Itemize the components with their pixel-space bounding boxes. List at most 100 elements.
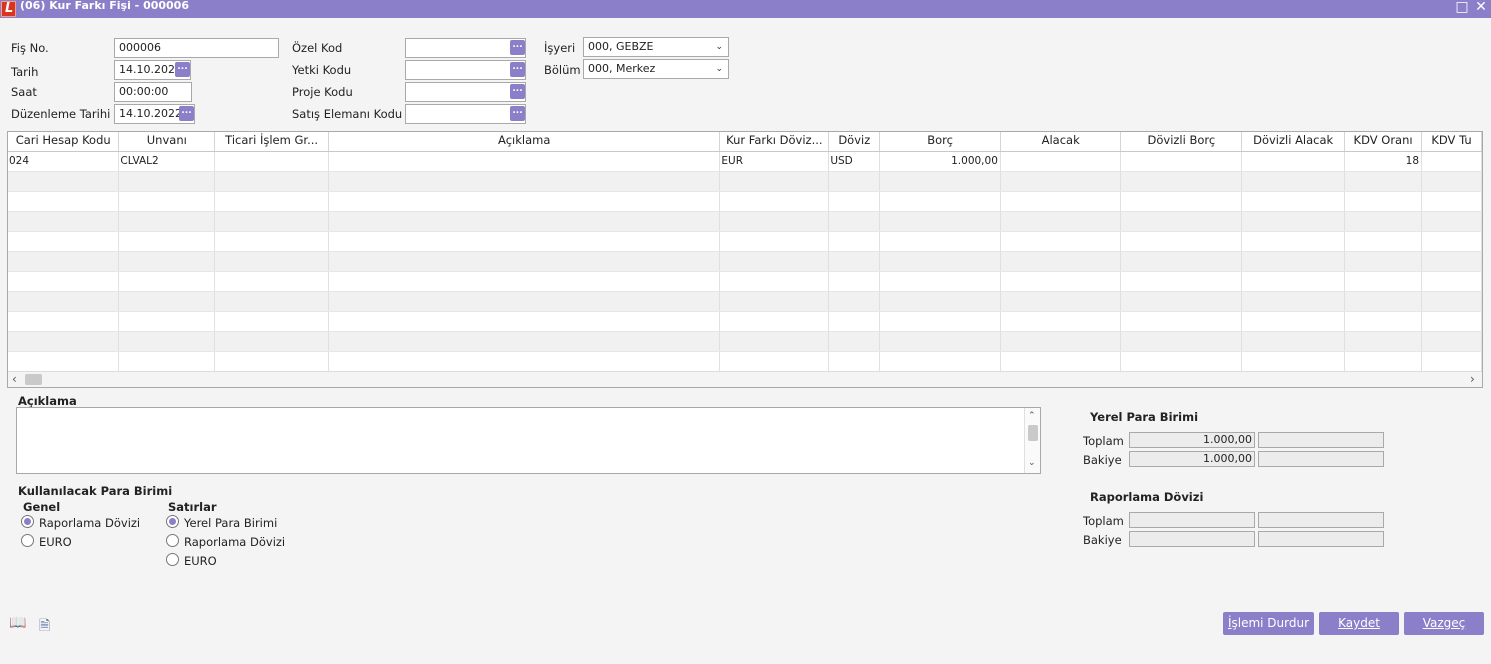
yetki-kodu-lookup-button[interactable]: ... [510, 62, 525, 77]
table-cell[interactable] [1120, 331, 1243, 352]
table-cell[interactable] [214, 351, 330, 372]
isyeri-select[interactable]: 000, GEBZE ⌄ [583, 37, 729, 57]
table-row[interactable] [8, 231, 1482, 252]
table-cell[interactable] [1120, 151, 1243, 172]
scroll-right-icon[interactable]: › [1470, 372, 1475, 386]
table-cell[interactable] [118, 331, 216, 352]
table-cell[interactable] [1241, 251, 1346, 272]
vazgec-button[interactable]: Vazgeç [1404, 612, 1484, 635]
table-cell[interactable] [828, 211, 881, 232]
lines-grid[interactable]: Cari Hesap Kodu Unvanı Ticari İşlem Gr... A… [7, 131, 1483, 388]
table-cell[interactable] [879, 351, 1001, 372]
table-row[interactable] [8, 351, 1482, 372]
table-cell[interactable] [118, 351, 216, 372]
table-cell[interactable] [1000, 291, 1122, 312]
grid-column-header[interactable]: Dövizli Borç [1120, 132, 1243, 152]
table-cell[interactable] [1344, 211, 1423, 232]
table-row[interactable] [8, 291, 1482, 312]
satirlar-raporlama-dovizi-radio[interactable] [166, 534, 179, 547]
table-cell[interactable] [1120, 351, 1243, 372]
table-cell[interactable] [1344, 291, 1423, 312]
table-cell[interactable] [118, 311, 216, 332]
table-cell[interactable] [879, 231, 1001, 252]
table-cell[interactable] [1241, 331, 1346, 352]
kaydet-button[interactable]: Kaydet [1319, 612, 1399, 635]
table-cell[interactable] [1344, 231, 1423, 252]
satirlar-euro-radio[interactable] [166, 553, 179, 566]
table-cell[interactable] [719, 171, 830, 192]
table-cell[interactable] [118, 171, 216, 192]
table-cell[interactable] [1241, 231, 1346, 252]
table-cell[interactable] [879, 311, 1001, 332]
table-cell[interactable] [1241, 271, 1346, 292]
table-cell[interactable] [328, 191, 721, 212]
table-row[interactable] [8, 251, 1482, 272]
table-cell[interactable] [1000, 331, 1122, 352]
table-cell[interactable] [1421, 191, 1482, 212]
table-cell[interactable] [719, 351, 830, 372]
table-cell[interactable]: 18 [1344, 151, 1423, 172]
table-cell[interactable]: 1.000,00 [879, 151, 1001, 172]
table-cell[interactable] [214, 271, 330, 292]
fis-no-input[interactable]: 000006 [114, 38, 279, 58]
table-cell[interactable]: 024 [8, 151, 120, 172]
table-cell[interactable] [1000, 191, 1122, 212]
table-cell[interactable] [879, 331, 1001, 352]
table-cell[interactable] [1344, 171, 1423, 192]
satis-elemani-kodu-input[interactable] [405, 104, 526, 124]
table-cell[interactable] [1000, 151, 1122, 172]
yetki-kodu-input[interactable] [405, 60, 526, 80]
aciklama-textarea[interactable]: ⌃ ⌄ [16, 407, 1041, 474]
table-cell[interactable] [328, 271, 721, 292]
table-cell[interactable] [1000, 211, 1122, 232]
table-cell[interactable] [328, 351, 721, 372]
table-cell[interactable] [214, 191, 330, 212]
table-cell[interactable] [118, 191, 216, 212]
grid-column-header[interactable]: Alacak [1000, 132, 1122, 152]
table-cell[interactable] [118, 271, 216, 292]
table-cell[interactable] [8, 231, 120, 252]
table-row[interactable] [8, 171, 1482, 192]
grid-column-header[interactable]: Dövizli Alacak [1241, 132, 1346, 152]
table-cell[interactable] [828, 231, 881, 252]
table-cell[interactable] [879, 271, 1001, 292]
table-cell[interactable] [719, 331, 830, 352]
table-cell[interactable] [1241, 171, 1346, 192]
table-cell[interactable] [1344, 331, 1423, 352]
table-cell[interactable] [118, 291, 216, 312]
table-cell[interactable] [719, 211, 830, 232]
table-cell[interactable] [8, 291, 120, 312]
table-cell[interactable] [8, 251, 120, 272]
table-cell[interactable] [1421, 311, 1482, 332]
table-cell[interactable] [8, 191, 120, 212]
table-cell[interactable] [1241, 291, 1346, 312]
table-cell[interactable] [828, 331, 881, 352]
table-cell[interactable] [719, 291, 830, 312]
table-cell[interactable] [1120, 171, 1243, 192]
table-cell[interactable] [118, 211, 216, 232]
table-cell[interactable] [828, 191, 881, 212]
table-cell[interactable] [118, 251, 216, 272]
table-cell[interactable] [828, 271, 881, 292]
grid-column-header[interactable]: Açıklama [328, 132, 721, 152]
table-cell[interactable] [1421, 291, 1482, 312]
table-cell[interactable] [8, 271, 120, 292]
table-cell[interactable] [719, 251, 830, 272]
table-cell[interactable] [719, 191, 830, 212]
grid-column-header[interactable]: Borç [879, 132, 1001, 152]
scroll-thumb[interactable] [25, 374, 42, 385]
scroll-down-icon[interactable]: ⌄ [1028, 458, 1036, 468]
table-cell[interactable] [1120, 251, 1243, 272]
table-cell[interactable] [1421, 151, 1482, 172]
table-cell[interactable] [1241, 311, 1346, 332]
table-cell[interactable] [1421, 251, 1482, 272]
table-cell[interactable] [214, 231, 330, 252]
table-cell[interactable] [879, 291, 1001, 312]
table-cell[interactable] [828, 291, 881, 312]
grid-column-header[interactable]: Cari Hesap Kodu [8, 132, 120, 152]
table-cell[interactable] [1344, 311, 1423, 332]
table-cell[interactable] [1000, 351, 1122, 372]
table-cell[interactable] [214, 151, 330, 172]
table-cell[interactable] [1241, 191, 1346, 212]
table-cell[interactable] [1421, 171, 1482, 192]
